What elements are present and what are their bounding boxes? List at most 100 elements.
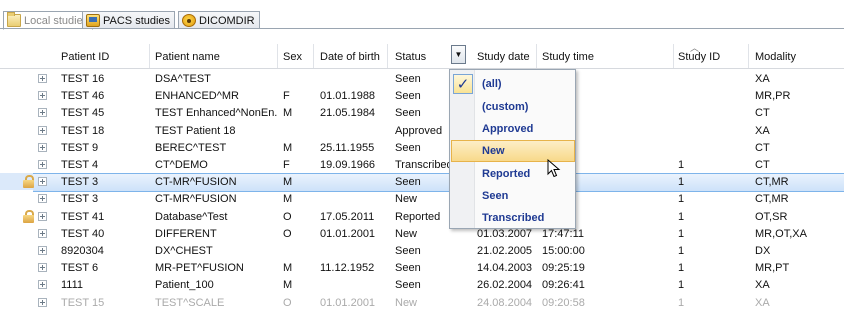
cell-status: Reported xyxy=(395,210,441,223)
expand-icon[interactable] xyxy=(38,228,47,238)
cell-sex: M xyxy=(283,141,293,154)
cell-date-of-birth: 19.09.1966 xyxy=(320,159,376,171)
expand-icon[interactable] xyxy=(38,194,47,204)
column-separator[interactable] xyxy=(277,44,278,68)
expand-icon[interactable] xyxy=(38,246,47,255)
column-header-patient-name[interactable]: Patient name xyxy=(155,51,220,63)
status-option-label: Reported xyxy=(482,168,531,180)
cell-patient-name: CT^DEMO xyxy=(155,159,208,171)
cell-study-time: 15:00:00 xyxy=(542,245,585,257)
column-separator[interactable] xyxy=(536,44,537,68)
expand-icon[interactable] xyxy=(38,142,47,152)
cell-status: New xyxy=(395,296,418,309)
status-option-label: Seen xyxy=(482,190,509,202)
status-option-label: (custom) xyxy=(482,101,529,113)
table-row[interactable]: TEST 3CT-MR^FUSIONMSeen031CT,MR xyxy=(0,173,844,193)
column-header-modality[interactable]: Modality xyxy=(755,51,796,63)
column-header-sex[interactable]: Sex xyxy=(283,51,302,63)
cell-date-of-birth: 25.11.1955 xyxy=(320,141,375,154)
status-option[interactable]: (custom) xyxy=(451,96,575,118)
column-header-study-time[interactable]: Study time xyxy=(542,51,594,63)
table-row[interactable]: TEST 18 TEST Patient 18 Approved XA xyxy=(0,122,844,139)
column-header-study-date[interactable]: Study date xyxy=(477,51,530,63)
table-row[interactable]: TEST 46ENHANCED^MRF01.01.1988Seen59MR,PR xyxy=(0,87,844,104)
expand-icon[interactable] xyxy=(38,160,47,169)
cell-sex: F xyxy=(283,159,290,171)
cell-study-time: 09:26:41 xyxy=(542,279,585,292)
cell-modality: CT xyxy=(755,107,770,120)
cell-sex: F xyxy=(283,90,290,103)
column-header-status[interactable]: Status xyxy=(395,51,426,63)
cell-study-date: 01.03.2007 xyxy=(477,227,533,240)
status-option[interactable]: ✓ (all) xyxy=(451,73,575,95)
cell-modality: CT xyxy=(755,141,770,154)
cell-date-of-birth: 01.01.2001 xyxy=(320,227,376,240)
tab-label: PACS studies xyxy=(103,14,171,27)
cell-sex: M xyxy=(283,193,293,206)
cell-date-of-birth: 01.01.1988 xyxy=(320,90,376,103)
table-row[interactable]: 8920304 DX^CHEST Seen 21.02.2005 15:00:00 1 DX xyxy=(0,242,844,259)
status-option[interactable]: Approved xyxy=(451,118,575,140)
column-header-study-id[interactable]: Study ID xyxy=(678,51,720,63)
table-row[interactable]: TEST 45 TEST Enhanced^NonEn... M 21.05.1984… xyxy=(0,104,844,121)
table-row[interactable]: TEST 15 TEST^SCALE O 01.01.2001 New 24.08.200… xyxy=(0,294,844,311)
cell-modality: MR,PT xyxy=(755,262,790,275)
cell-study-id: 1 xyxy=(678,193,685,206)
column-separator[interactable] xyxy=(748,44,749,68)
column-separator[interactable] xyxy=(313,44,314,68)
cell-patient-id: TEST 16 xyxy=(61,73,105,85)
cell-study-id: 1 xyxy=(678,159,685,171)
cell-status: Seen xyxy=(395,176,421,189)
table-row[interactable]: 1111 Patient_100 M Seen 26.02.2004 09:26:41 1 X… xyxy=(0,276,844,293)
column-separator[interactable] xyxy=(387,44,388,68)
cell-status: Seen xyxy=(395,279,421,292)
cell-status: Seen xyxy=(395,245,421,257)
cell-modality: XA xyxy=(755,296,770,309)
column-separator[interactable] xyxy=(673,44,674,68)
lock-icon xyxy=(23,209,34,223)
column-header-date-of-birth[interactable]: Date of birth xyxy=(320,51,380,63)
expand-icon[interactable] xyxy=(38,177,47,187)
expand-icon[interactable] xyxy=(38,91,47,101)
column-header-patient-id[interactable]: Patient ID xyxy=(61,51,109,63)
checkmark-icon: ✓ xyxy=(453,74,473,94)
cell-patient-id: TEST 3 xyxy=(61,176,99,189)
cell-patient-name: TEST Patient 18 xyxy=(155,124,236,137)
cell-patient-name: CT-MR^FUSION xyxy=(155,176,237,189)
table-row[interactable]: TEST 41Database^TestO17.05.2011Reported:… xyxy=(0,208,844,225)
expand-icon[interactable] xyxy=(38,297,47,307)
column-separator[interactable] xyxy=(149,44,150,68)
table-row[interactable]: TEST 4CT^DEMOF19.09.1966Transcribed101CT xyxy=(0,156,844,173)
cell-study-id: 1 xyxy=(678,262,685,275)
tab-dicomdir[interactable]: DICOMDIR xyxy=(178,11,260,29)
cell-patient-id: TEST 41 xyxy=(61,210,105,223)
expand-icon[interactable] xyxy=(38,108,47,118)
table-row[interactable]: TEST 6 MR-PET^FUSION M 11.12.1952 Seen 14.04.… xyxy=(0,259,844,276)
cell-patient-id: TEST 6 xyxy=(61,262,99,275)
expand-icon[interactable] xyxy=(38,125,47,135)
cell-sex: O xyxy=(283,227,292,240)
table-row[interactable]: TEST 16 DSA^TEST Seen XA xyxy=(0,70,844,87)
tab-pacs-studies[interactable]: PACS studies xyxy=(82,11,176,29)
status-option-label: Approved xyxy=(482,123,534,135)
expand-icon[interactable] xyxy=(38,280,47,290)
cell-patient-id: 8920304 xyxy=(61,245,104,257)
expand-icon[interactable] xyxy=(38,263,47,273)
cell-patient-id: TEST 40 xyxy=(61,227,105,240)
table-row[interactable]: TEST 3CT-MR^FUSIONMNew121CT,MR xyxy=(0,190,844,207)
cell-patient-id: TEST 9 xyxy=(61,141,99,154)
cell-study-id: 1 xyxy=(678,227,685,240)
status-option-label: New xyxy=(482,145,505,157)
expand-icon[interactable] xyxy=(38,74,47,83)
table-row[interactable]: TEST 9BEREC^TESTM25.11.1955Seen06CT xyxy=(0,139,844,156)
expand-icon[interactable] xyxy=(38,211,47,221)
status-option[interactable]: Seen xyxy=(451,185,575,207)
status-option[interactable]: Transcribed xyxy=(451,207,575,229)
status-filter-button[interactable]: ▼ xyxy=(451,45,466,64)
cell-patient-name: BEREC^TEST xyxy=(155,141,227,154)
cell-patient-name: Database^Test xyxy=(155,210,228,223)
cell-modality: MR,PR xyxy=(755,90,791,103)
status-filter-dropdown: ✓ (all) (custom) Approved New Reported Seen Tra… xyxy=(449,69,576,229)
dicomdir-icon xyxy=(182,14,196,27)
table-row[interactable]: TEST 40 DIFFERENT O 01.01.2001 New 01.03.2007… xyxy=(0,225,844,242)
